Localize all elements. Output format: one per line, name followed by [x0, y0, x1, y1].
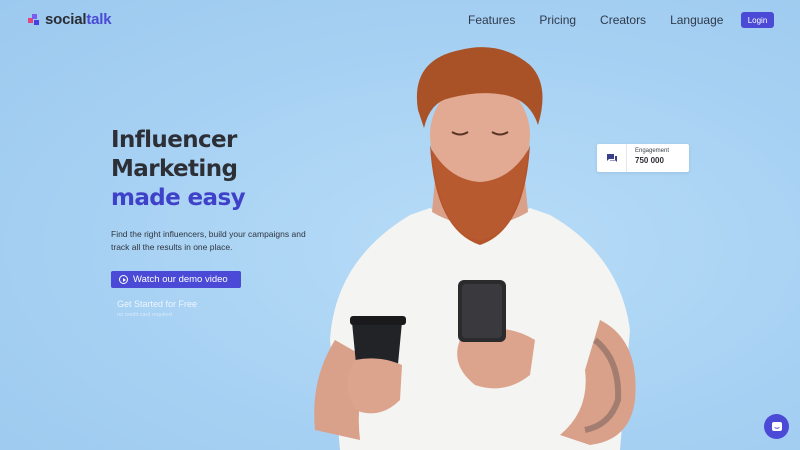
- engagement-label: Engagement: [635, 148, 670, 154]
- hero-subtext: Find the right influencers, build your c…: [111, 229, 306, 252]
- hero-photo: [314, 47, 636, 450]
- hero-headline: Influencer Marketing made easy: [111, 126, 246, 213]
- engagement-value: 750 000: [635, 156, 664, 165]
- chat-bubble-icon: [606, 153, 617, 162]
- logo-suffix: talk: [86, 11, 112, 28]
- nav-item-creators[interactable]: Creators: [600, 13, 646, 27]
- get-started-link[interactable]: Get Started for Free: [117, 299, 197, 309]
- headline-line-1: Influencer: [111, 127, 237, 153]
- nav-item-language[interactable]: Language: [670, 13, 723, 27]
- nav-item-pricing[interactable]: Pricing: [539, 13, 576, 27]
- play-circle-icon: [119, 275, 128, 284]
- logo-mark-icon: [28, 13, 40, 26]
- engagement-card: Engagement 750 000: [597, 144, 689, 172]
- watch-demo-button[interactable]: Watch our demo video: [111, 271, 241, 288]
- chat-widget-button[interactable]: [764, 414, 789, 439]
- headline-accent: made easy: [111, 185, 246, 211]
- headline-line-2: Marketing: [111, 156, 238, 182]
- cta-note: no credit card required: [117, 312, 173, 318]
- logo-text: socialtalk: [45, 11, 112, 28]
- brand-logo[interactable]: socialtalk: [28, 11, 112, 28]
- logo-prefix: social: [45, 11, 87, 28]
- engagement-icon-wrap: [597, 144, 627, 172]
- chat-icon: [771, 421, 782, 431]
- nav-item-features[interactable]: Features: [468, 13, 515, 27]
- watch-demo-label: Watch our demo video: [133, 274, 228, 285]
- login-button[interactable]: Login: [741, 12, 774, 28]
- main-nav: Features Pricing Creators Language: [468, 13, 723, 27]
